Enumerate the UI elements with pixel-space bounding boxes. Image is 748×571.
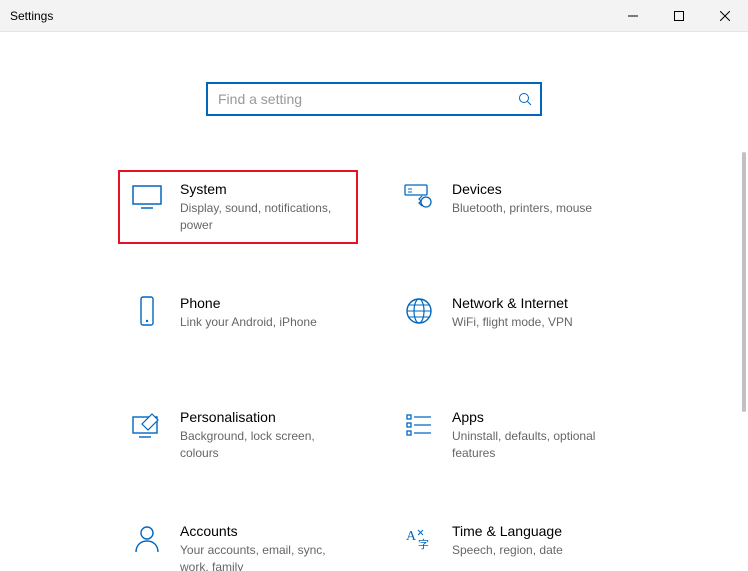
- maximize-icon: [674, 11, 684, 21]
- personalisation-icon: [130, 410, 164, 440]
- category-text: Phone Link your Android, iPhone: [180, 294, 317, 331]
- window-minimize-button[interactable]: [610, 0, 656, 32]
- category-network[interactable]: Network & Internet WiFi, flight mode, VP…: [390, 284, 630, 358]
- vertical-scrollbar[interactable]: [732, 32, 748, 571]
- category-title: Time & Language: [452, 522, 563, 540]
- category-title: Network & Internet: [452, 294, 573, 312]
- network-icon: [402, 296, 436, 326]
- search-row: [0, 32, 748, 116]
- window-maximize-button[interactable]: [656, 0, 702, 32]
- category-system[interactable]: System Display, sound, notifications, po…: [118, 170, 358, 244]
- window-title: Settings: [0, 9, 53, 23]
- accounts-icon: [130, 524, 164, 554]
- scrollbar-thumb[interactable]: [742, 152, 746, 412]
- category-accounts[interactable]: Accounts Your accounts, email, sync, wor…: [118, 512, 358, 571]
- minimize-icon: [628, 11, 638, 21]
- category-title: Accounts: [180, 522, 346, 540]
- category-devices[interactable]: Devices Bluetooth, printers, mouse: [390, 170, 630, 244]
- category-desc: Bluetooth, printers, mouse: [452, 200, 592, 217]
- category-desc: Link your Android, iPhone: [180, 314, 317, 331]
- phone-icon: [130, 296, 164, 326]
- svg-text:A: A: [406, 529, 417, 544]
- category-text: Accounts Your accounts, email, sync, wor…: [180, 522, 346, 571]
- time-language-icon: A 字: [402, 524, 436, 554]
- category-title: System: [180, 180, 346, 198]
- category-desc: WiFi, flight mode, VPN: [452, 314, 573, 331]
- category-text: Devices Bluetooth, printers, mouse: [452, 180, 592, 217]
- categories-grid: System Display, sound, notifications, po…: [0, 170, 748, 571]
- category-title: Personalisation: [180, 408, 346, 426]
- category-desc: Uninstall, defaults, optional features: [452, 428, 618, 462]
- devices-icon: [402, 182, 436, 212]
- category-title: Devices: [452, 180, 592, 198]
- category-time-language[interactable]: A 字 Time & Language Speech, region, date: [390, 512, 630, 571]
- category-desc: Speech, region, date: [452, 542, 563, 559]
- search-container: [206, 82, 542, 116]
- window-close-button[interactable]: [702, 0, 748, 32]
- category-text: Personalisation Background, lock screen,…: [180, 408, 346, 462]
- category-personalisation[interactable]: Personalisation Background, lock screen,…: [118, 398, 358, 472]
- category-phone[interactable]: Phone Link your Android, iPhone: [118, 284, 358, 358]
- settings-content: System Display, sound, notifications, po…: [0, 32, 748, 571]
- window-titlebar: Settings: [0, 0, 748, 32]
- category-desc: Background, lock screen, colours: [180, 428, 346, 462]
- apps-icon: [402, 410, 436, 440]
- category-text: System Display, sound, notifications, po…: [180, 180, 346, 234]
- category-text: Network & Internet WiFi, flight mode, VP…: [452, 294, 573, 331]
- category-title: Phone: [180, 294, 317, 312]
- category-apps[interactable]: Apps Uninstall, defaults, optional featu…: [390, 398, 630, 472]
- search-input[interactable]: [206, 82, 542, 116]
- category-text: Time & Language Speech, region, date: [452, 522, 563, 559]
- system-icon: [130, 182, 164, 212]
- svg-text:字: 字: [418, 537, 429, 551]
- category-title: Apps: [452, 408, 618, 426]
- category-desc: Your accounts, email, sync, work, family: [180, 542, 346, 571]
- close-icon: [720, 11, 730, 21]
- category-desc: Display, sound, notifications, power: [180, 200, 346, 234]
- category-text: Apps Uninstall, defaults, optional featu…: [452, 408, 618, 462]
